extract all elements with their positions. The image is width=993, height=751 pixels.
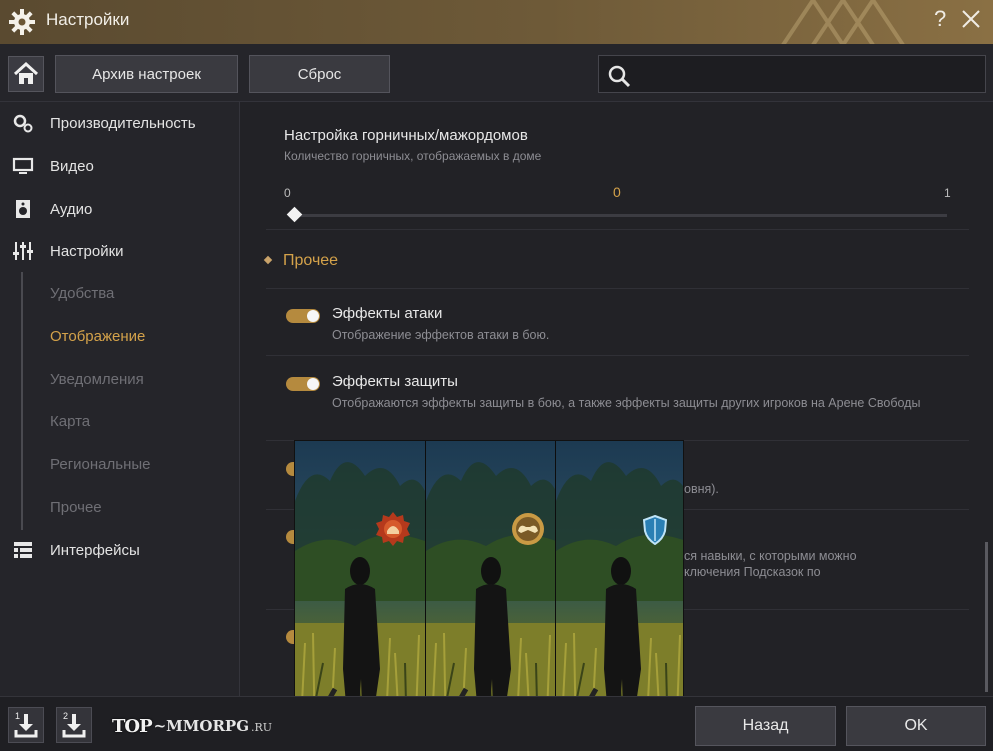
sidebar-subitem-regional[interactable]: Региональные [50, 456, 150, 473]
slider-knob[interactable] [286, 206, 303, 223]
download-slot-2-button[interactable]: 2 [56, 707, 92, 743]
slider-value: 0 [613, 184, 621, 200]
logo-top: TOP [112, 715, 153, 737]
sidebar-subitem-other[interactable]: Прочее [50, 499, 102, 516]
search-input[interactable] [641, 62, 971, 86]
defense-effects-desc: Отображаются эффекты защиты в бою, а так… [332, 396, 921, 410]
maids-slider[interactable] [294, 214, 947, 217]
sidebar-item-label: Производительность [50, 114, 196, 132]
toolbar: Архив настроек Сброс [0, 44, 993, 102]
divider [266, 288, 969, 289]
option-desc-partial: ся навыки, с которыми можно [684, 549, 857, 563]
maids-setting-title: Настройка горничных/мажордомов [284, 127, 528, 144]
slider-max-label: 1 [944, 186, 951, 200]
sidebar-item-label: Аудио [50, 200, 93, 218]
slider-min-label: 0 [284, 186, 291, 200]
group-title-text: Прочее [283, 252, 339, 269]
sidebar-item-video[interactable]: Видео [0, 149, 240, 183]
defense-effects-toggle[interactable] [286, 377, 320, 391]
help-button[interactable]: ? [934, 6, 946, 32]
sidebar-subitem-display[interactable]: Отображение [50, 328, 145, 345]
list-icon [14, 542, 32, 558]
attack-effects-toggle[interactable] [286, 309, 320, 323]
reset-button[interactable]: Сброс [249, 55, 390, 93]
submenu-line [21, 272, 23, 530]
sidebar-item-performance[interactable]: Производительность [0, 106, 240, 140]
back-button[interactable]: Назад [695, 706, 836, 746]
attack-buff-icon [376, 512, 410, 546]
sidebar: Производительность Видео Аудио Настройки… [0, 102, 240, 696]
sidebar-subitem-conveniences[interactable]: Удобства [50, 285, 114, 302]
sidebar-item-label: Видео [50, 157, 94, 175]
divider [266, 229, 969, 230]
logo-rest: ~MMORPG [153, 717, 250, 735]
attack-effects-title: Эффекты атаки [332, 305, 443, 322]
scrollbar[interactable] [985, 542, 988, 692]
maids-setting-desc: Количество горничных, отображаемых в дом… [284, 149, 542, 163]
monitor-icon [12, 157, 34, 174]
home-icon [13, 61, 39, 84]
title-bar: Настройки ? [0, 0, 993, 44]
shield-icon [642, 515, 668, 545]
sidebar-item-audio[interactable]: Аудио [0, 192, 240, 226]
search-icon [608, 65, 631, 88]
attack-effects-desc: Отображение эффектов атаки в бою. [332, 328, 550, 342]
defense-effects-title: Эффекты защиты [332, 373, 458, 390]
sidebar-subitem-notifications[interactable]: Уведомления [50, 371, 144, 388]
settings-archive-button[interactable]: Архив настроек [55, 55, 238, 93]
close-icon[interactable] [960, 8, 982, 30]
sidebar-item-label: Интерфейсы [50, 541, 140, 559]
diamond-icon [263, 255, 273, 265]
logo-ru: .RU [251, 720, 273, 734]
slot-number: 1 [15, 711, 21, 721]
download-slot-1-button[interactable]: 1 [8, 707, 44, 743]
divider [266, 355, 969, 356]
watermark-logo: TOP ~MMORPG .RU [112, 715, 272, 737]
sliders-icon [13, 242, 33, 260]
gear-icon [9, 9, 35, 35]
home-button[interactable] [8, 56, 44, 92]
title-decoration [781, 0, 905, 44]
window-title: Настройки [46, 10, 130, 29]
slot-number: 2 [63, 711, 69, 721]
option-desc-partial: овня). [684, 482, 719, 496]
sidebar-item-settings[interactable]: Настройки [0, 234, 240, 268]
speaker-icon [16, 200, 30, 218]
sidebar-item-label: Настройки [50, 242, 124, 260]
gears-icon [13, 114, 33, 133]
group-title: Прочее [263, 252, 339, 270]
search-box [598, 55, 986, 93]
footer: 1 2 TOP ~MMORPG .RU Назад OK [0, 696, 993, 751]
sidebar-item-interfaces[interactable]: Интерфейсы [0, 533, 240, 567]
option-desc-partial: ключения Подсказок по [684, 565, 821, 579]
ok-button[interactable]: OK [846, 706, 986, 746]
strength-buff-icon [512, 513, 544, 545]
sidebar-subitem-map[interactable]: Карта [50, 413, 90, 430]
